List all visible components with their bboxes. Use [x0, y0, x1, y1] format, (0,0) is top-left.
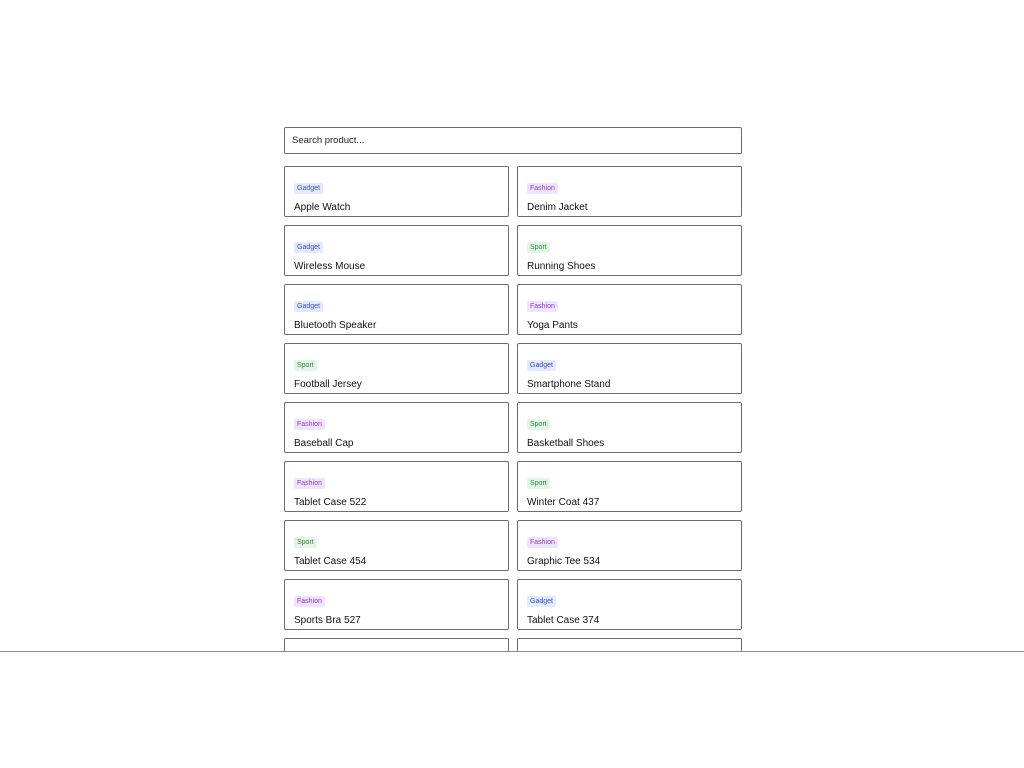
product-card[interactable]: Sport Winter Coat 437	[517, 461, 742, 512]
product-name: Winter Coat 437	[527, 497, 600, 508]
category-badge: Sport	[527, 419, 550, 430]
category-badge: Fashion	[527, 301, 558, 312]
product-card[interactable]: Gadget Wireless Mouse	[284, 225, 509, 276]
category-badge: Gadget	[527, 596, 556, 607]
product-name: Sports Bra 527	[294, 615, 361, 626]
product-name: Football Jersey	[294, 379, 362, 390]
product-name: Yoga Pants	[527, 320, 578, 331]
category-badge: Sport	[527, 242, 550, 253]
product-name: Bluetooth Speaker	[294, 320, 377, 331]
product-card[interactable]: Sport Running Shoes	[517, 225, 742, 276]
product-card[interactable]: Fashion Sports Bra 527	[284, 579, 509, 630]
product-card[interactable]: Gadget	[284, 638, 509, 651]
product-list-container: Gadget Apple Watch Fashion Denim Jacket Gadg…	[284, 127, 742, 651]
page-viewport: Gadget Apple Watch Fashion Denim Jacket Gadg…	[0, 0, 1024, 652]
product-card[interactable]: Sport Basketball Shoes	[517, 402, 742, 453]
product-card[interactable]: Gadget	[517, 638, 742, 651]
product-card[interactable]: Fashion Yoga Pants	[517, 284, 742, 335]
product-name: Apple Watch	[294, 202, 351, 213]
category-badge: Gadget	[527, 360, 556, 371]
category-badge: Fashion	[294, 596, 325, 607]
product-name: Wireless Mouse	[294, 261, 366, 272]
product-name: Tablet Case 454	[294, 556, 367, 567]
product-card[interactable]: Fashion Tablet Case 522	[284, 461, 509, 512]
category-badge: Sport	[294, 360, 317, 371]
category-badge: Fashion	[294, 478, 325, 489]
category-badge: Gadget	[294, 301, 323, 312]
product-name: Tablet Case 374	[527, 615, 600, 626]
product-card[interactable]: Fashion Graphic Tee 534	[517, 520, 742, 571]
category-badge: Sport	[294, 537, 317, 548]
category-badge: Gadget	[294, 183, 323, 194]
product-grid: Gadget Apple Watch Fashion Denim Jacket Gadg…	[284, 166, 742, 651]
product-name: Smartphone Stand	[527, 379, 611, 390]
product-card[interactable]: Fashion Baseball Cap	[284, 402, 509, 453]
category-badge: Sport	[527, 478, 550, 489]
product-name: Tablet Case 522	[294, 497, 367, 508]
product-card[interactable]: Sport Tablet Case 454	[284, 520, 509, 571]
search-input[interactable]	[284, 127, 742, 154]
product-name: Graphic Tee 534	[527, 556, 601, 567]
product-card[interactable]: Fashion Denim Jacket	[517, 166, 742, 217]
product-card[interactable]: Gadget Tablet Case 374	[517, 579, 742, 630]
category-badge: Fashion	[527, 183, 558, 194]
product-card[interactable]: Gadget Apple Watch	[284, 166, 509, 217]
product-card[interactable]: Sport Football Jersey	[284, 343, 509, 394]
category-badge: Fashion	[527, 537, 558, 548]
product-name: Baseball Cap	[294, 438, 354, 449]
category-badge: Fashion	[294, 419, 325, 430]
product-name: Basketball Shoes	[527, 438, 605, 449]
product-card[interactable]: Gadget Bluetooth Speaker	[284, 284, 509, 335]
product-name: Running Shoes	[527, 261, 596, 272]
product-card[interactable]: Gadget Smartphone Stand	[517, 343, 742, 394]
product-name: Denim Jacket	[527, 202, 588, 213]
category-badge: Gadget	[294, 242, 323, 253]
